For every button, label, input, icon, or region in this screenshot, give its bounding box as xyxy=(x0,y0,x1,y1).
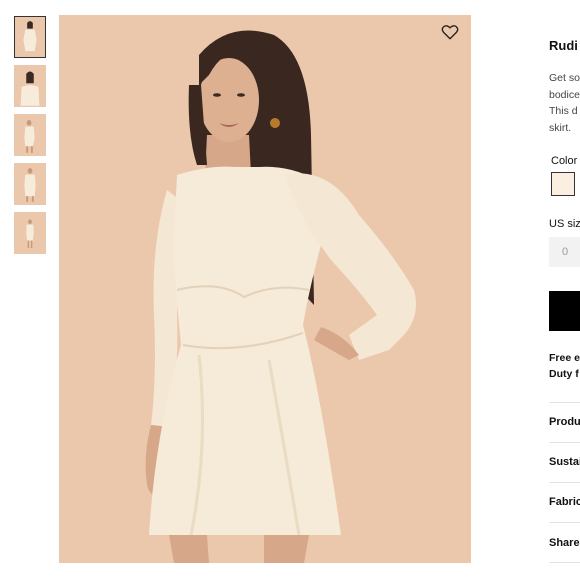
divider xyxy=(549,442,580,443)
size-label: US siz xyxy=(549,218,580,230)
color-label: Color xyxy=(551,155,578,167)
product-title: Rudi xyxy=(549,38,578,53)
model-photo xyxy=(59,15,471,563)
accordion-product-details[interactable]: Produ xyxy=(549,416,580,428)
color-swatch[interactable] xyxy=(551,172,575,196)
description-line: bodice xyxy=(549,88,580,101)
favorite-button[interactable] xyxy=(441,23,459,41)
size-option[interactable]: 0 xyxy=(549,237,580,267)
thumbnail-3[interactable] xyxy=(14,114,46,156)
description-line: This d xyxy=(549,105,578,117)
thumbnail-list xyxy=(14,16,48,261)
thumbnail-4[interactable] xyxy=(14,163,46,205)
divider xyxy=(549,562,580,563)
description-line: Get so xyxy=(549,72,580,84)
divider xyxy=(549,402,580,403)
divider xyxy=(549,482,580,483)
product-main-image[interactable] xyxy=(59,15,471,563)
shipping-line: Duty f xyxy=(549,368,579,380)
accordion-fabric[interactable]: Fabric xyxy=(549,496,580,508)
accordion-sustainability[interactable]: Sustai xyxy=(549,456,580,468)
heart-icon xyxy=(441,25,459,40)
thumbnail-1[interactable] xyxy=(14,16,46,58)
accordion-share[interactable]: Share xyxy=(549,537,580,549)
shipping-line: Free e xyxy=(549,352,580,364)
divider xyxy=(549,522,580,523)
shipping-info: Free e Duty f xyxy=(549,350,580,382)
description-line: skirt. xyxy=(549,121,572,134)
add-to-bag-button[interactable] xyxy=(549,291,580,331)
product-info: Rudi Get so bodice This d skirt. Color U… xyxy=(549,0,580,580)
product-description: Get so bodice This d skirt. xyxy=(549,70,580,136)
thumbnail-2[interactable] xyxy=(14,65,46,107)
thumbnail-5[interactable] xyxy=(14,212,46,254)
